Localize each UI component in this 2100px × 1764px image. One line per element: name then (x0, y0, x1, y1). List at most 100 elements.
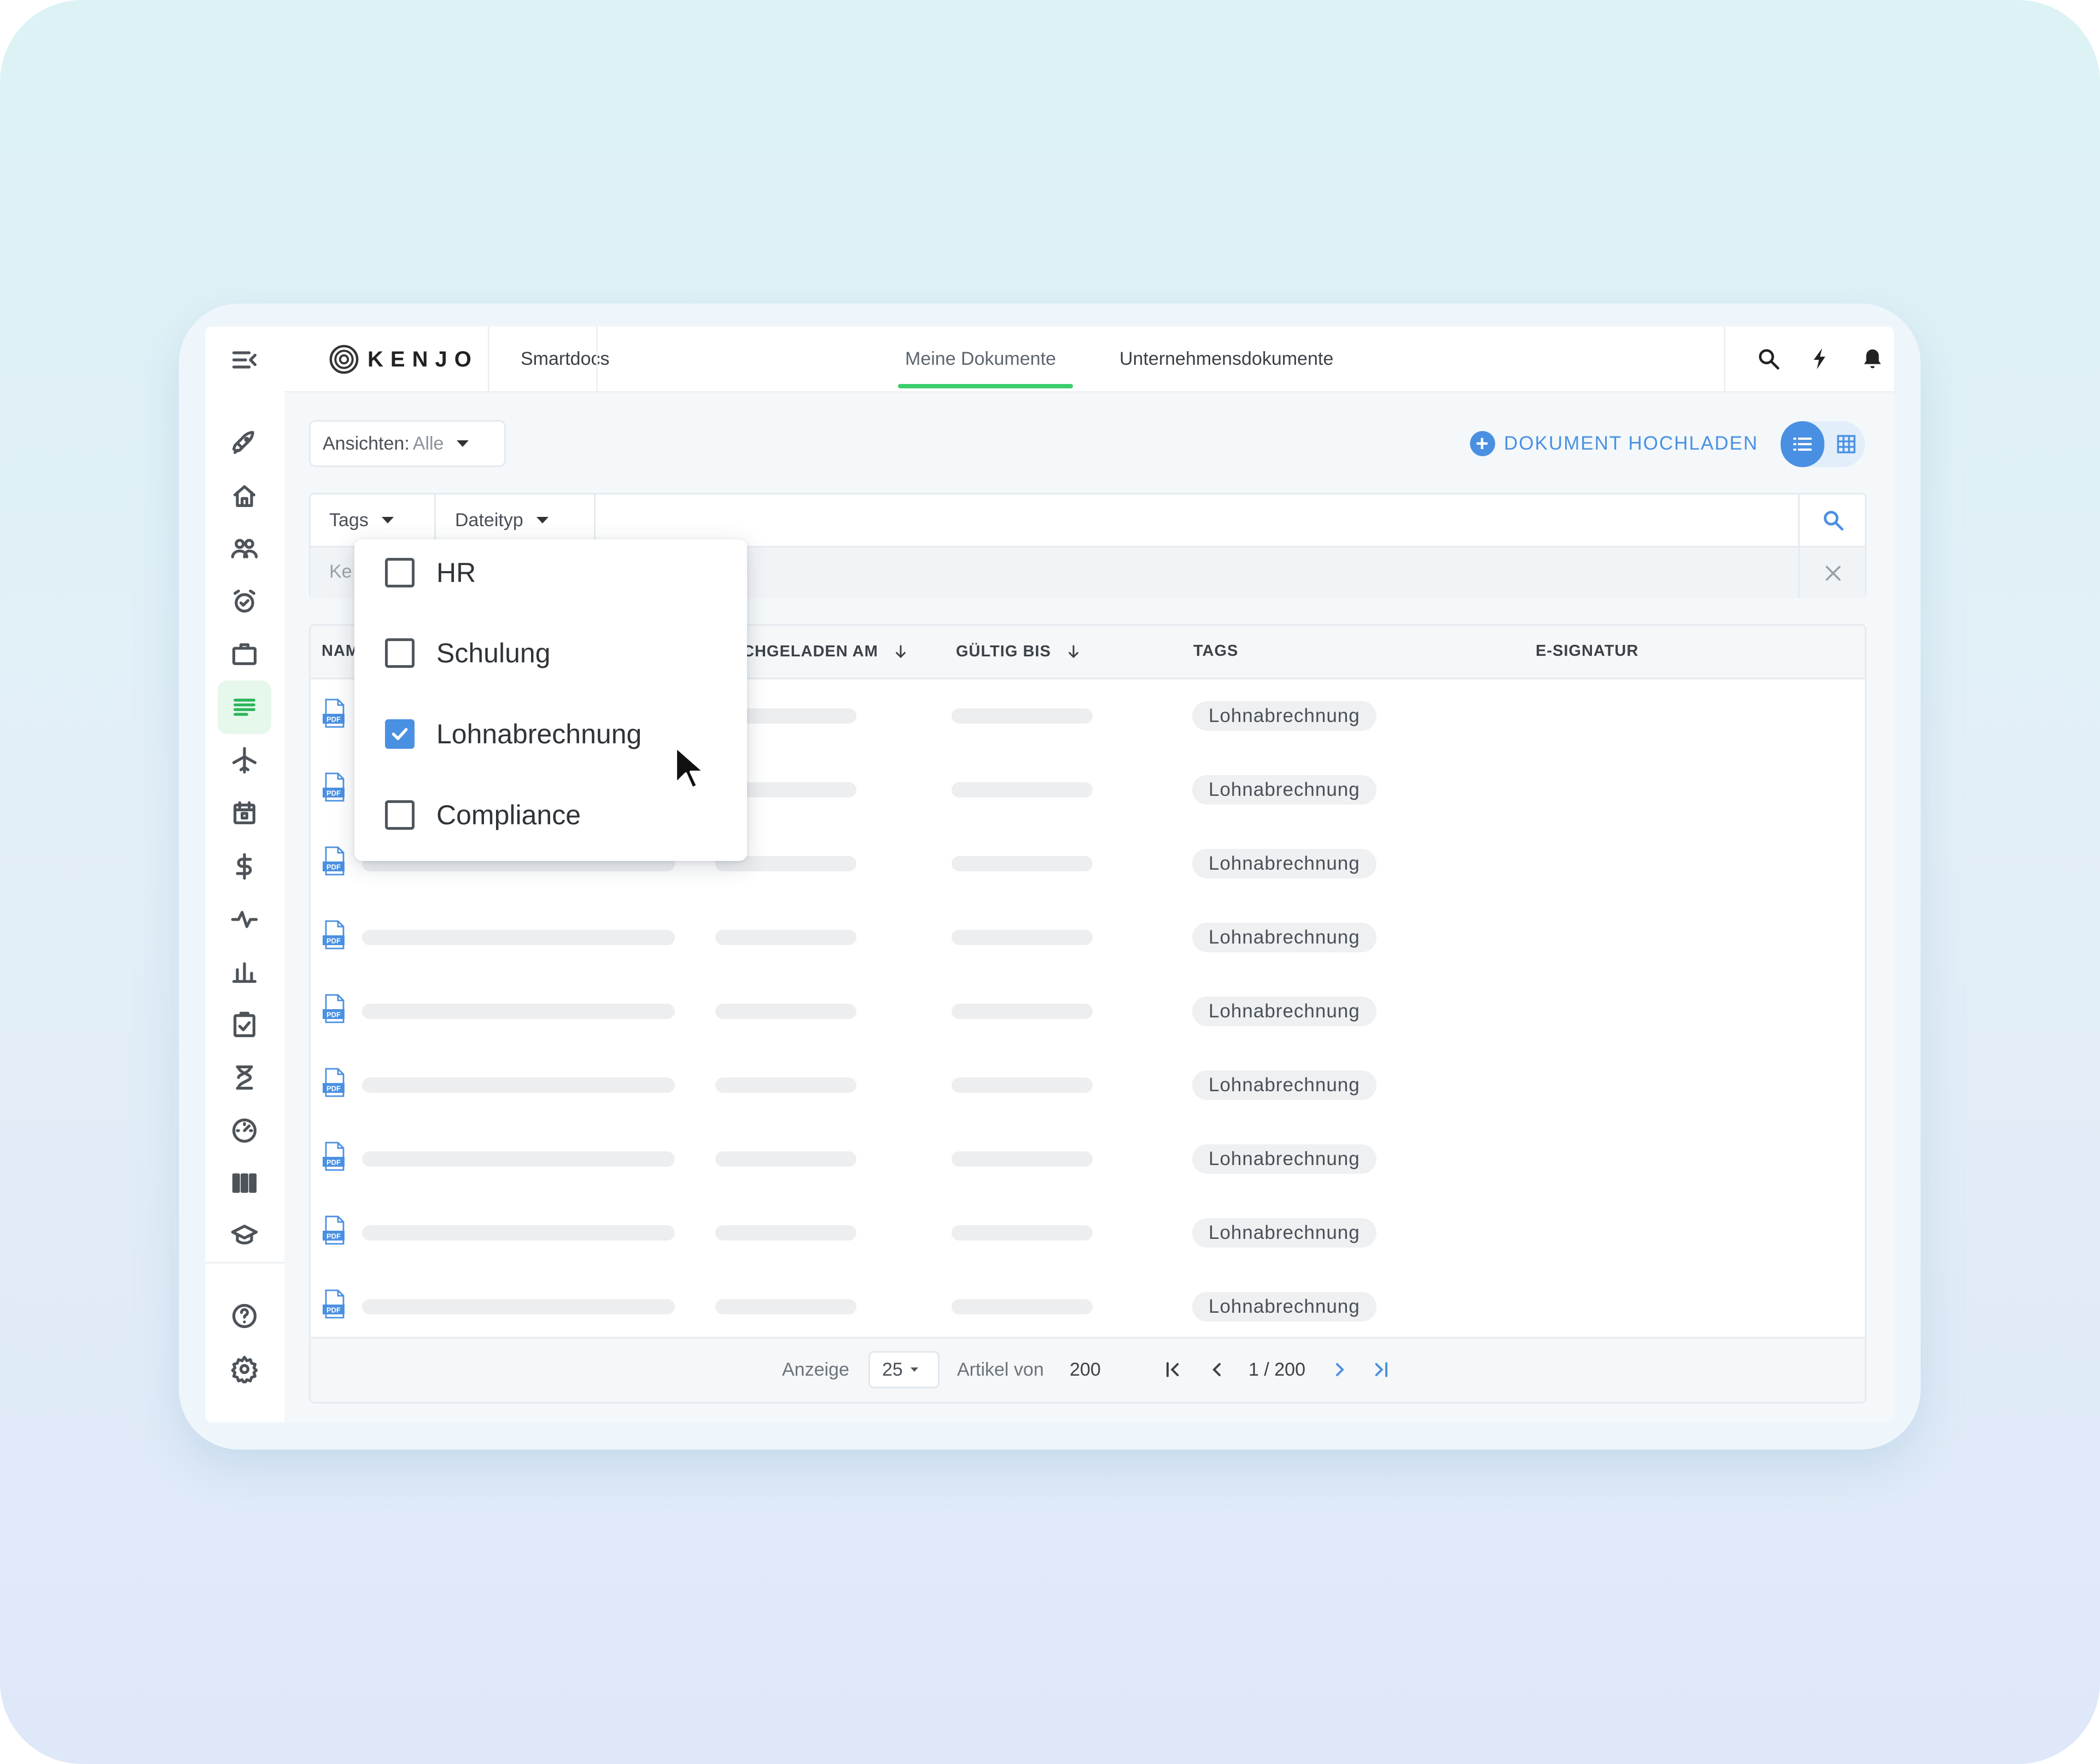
airplane-icon[interactable] (218, 733, 271, 787)
tab-unternehmensdokumente[interactable]: Unternehmensdokumente (1119, 327, 1333, 391)
upload-document-button[interactable]: + DOKUMENT HOCHLADEN (1470, 430, 1758, 457)
tags-filter-button[interactable]: Tags (329, 494, 394, 546)
tag-option-lohnabrechnung[interactable]: Lohnabrechnung (385, 715, 641, 753)
clear-filter-button[interactable] (1798, 548, 1866, 598)
speedometer-icon[interactable] (218, 1104, 271, 1157)
checkbox-icon[interactable] (385, 638, 415, 668)
column-tags: TAGS (1193, 642, 1239, 660)
tab-divider (488, 327, 489, 391)
valid-until-placeholder (952, 1004, 1093, 1019)
briefcase-icon[interactable] (218, 627, 271, 681)
pdf-file-icon: PDF (323, 1215, 345, 1245)
people-icon[interactable] (218, 522, 271, 575)
name-placeholder (362, 1151, 675, 1167)
previous-page-icon[interactable] (1205, 1358, 1229, 1382)
alarm-clock-icon[interactable] (218, 575, 271, 628)
chevron-down-icon (457, 440, 469, 447)
column-valid-until-label: GÜLTIG BIS (956, 642, 1051, 660)
pulse-icon[interactable] (218, 893, 271, 946)
tab-meine-dokumente[interactable]: Meine Dokumente (905, 327, 1056, 391)
column-uploaded[interactable]: CHGELADEN AM (743, 642, 909, 661)
toolbar-divider (1724, 327, 1725, 391)
column-valid-until[interactable]: GÜLTIG BIS (956, 642, 1082, 661)
column-name[interactable]: NAM (322, 642, 359, 660)
keyword-input[interactable]: Ke (329, 561, 352, 583)
tag-option-compliance[interactable]: Compliance (385, 796, 581, 834)
tag-option-schulung[interactable]: Schulung (385, 634, 551, 672)
pdf-file-type: PDF (326, 789, 341, 797)
uploaded-placeholder (715, 1078, 856, 1093)
search-icon (1823, 510, 1844, 531)
bell-icon[interactable] (1857, 343, 1888, 375)
bar-chart-icon[interactable] (218, 945, 271, 999)
tag-badge: Lohnabrechnung (1192, 997, 1376, 1026)
pagination: Anzeige 25 Artikel von 200 1 / 200 (311, 1337, 1865, 1402)
table-row[interactable]: PDF Lohnabrechnung (311, 975, 1865, 1050)
tag-badge: Lohnabrechnung (1192, 1144, 1376, 1174)
table-row[interactable]: PDF Lohnabrechnung (311, 1049, 1865, 1124)
checkbox-icon[interactable] (385, 558, 415, 587)
filter-divider (434, 494, 436, 546)
help-icon[interactable] (218, 1289, 271, 1343)
column-uploaded-label: CHGELADEN AM (743, 642, 878, 660)
calendar-icon[interactable] (218, 787, 271, 840)
table-row[interactable]: PDF Lohnabrechnung (311, 1270, 1865, 1346)
valid-until-placeholder (952, 708, 1093, 724)
filter-divider (594, 494, 596, 546)
pdf-file-type: PDF (326, 863, 341, 871)
tag-option-hr[interactable]: HR (385, 554, 476, 592)
valid-until-placeholder (952, 1299, 1093, 1314)
pdf-file-type: PDF (326, 937, 341, 945)
filetype-filter-button[interactable]: Dateityp (455, 494, 549, 546)
table-row[interactable]: PDF Lohnabrechnung (311, 901, 1865, 976)
name-placeholder (362, 930, 675, 945)
dollar-icon[interactable] (218, 840, 271, 893)
tag-badge: Lohnabrechnung (1192, 1292, 1376, 1321)
filter-search-button[interactable] (1798, 494, 1866, 546)
kenjo-logo[interactable]: KENJO (328, 343, 479, 376)
sort-arrow-icon (1068, 645, 1078, 659)
home-icon[interactable] (218, 469, 271, 523)
tag-badge: Lohnabrechnung (1192, 775, 1376, 805)
next-page-icon[interactable] (1328, 1358, 1352, 1382)
uploaded-placeholder (715, 930, 856, 945)
pdf-file-icon: PDF (323, 772, 345, 802)
table-row[interactable]: PDF Lohnabrechnung (311, 1196, 1865, 1272)
page-indicator: 1 / 200 (1249, 1359, 1305, 1380)
filetype-filter-label: Dateityp (455, 509, 523, 531)
pdf-file-icon: PDF (323, 920, 345, 950)
hourglass-icon[interactable] (218, 1051, 271, 1104)
views-value: Alle (412, 433, 444, 454)
page-size-label: Anzeige (782, 1359, 849, 1380)
checkbox-icon[interactable] (385, 800, 415, 830)
page-size-select[interactable]: 25 (868, 1351, 940, 1388)
name-placeholder (362, 1299, 675, 1314)
uploaded-placeholder (715, 1299, 856, 1314)
views-dropdown[interactable]: Ansichten: Alle (309, 420, 506, 467)
grid-view-button[interactable] (1828, 421, 1865, 467)
menu-collapse-icon[interactable] (218, 333, 271, 387)
tag-badge: Lohnabrechnung (1192, 701, 1376, 731)
columns-icon[interactable] (218, 1156, 271, 1210)
pdf-file-icon: PDF (323, 698, 345, 728)
list-view-button[interactable] (1781, 421, 1824, 467)
app-window: KENJO Smartdocs Meine Dokumente Unterneh… (205, 327, 1894, 1422)
pdf-file-icon: PDF (323, 1068, 345, 1097)
lightning-icon[interactable] (1804, 343, 1836, 375)
settings-icon[interactable] (218, 1342, 271, 1396)
sidebar-divider (205, 1262, 284, 1264)
uploaded-placeholder (715, 1151, 856, 1167)
logo-text: KENJO (368, 347, 479, 371)
rocket-icon[interactable] (218, 416, 271, 470)
first-page-icon[interactable] (1161, 1358, 1185, 1382)
documents-icon[interactable] (218, 680, 271, 734)
uploaded-placeholder (715, 1004, 856, 1019)
last-page-icon[interactable] (1369, 1358, 1393, 1382)
table-row[interactable]: PDF Lohnabrechnung (311, 1122, 1865, 1198)
column-e-signatur: E-SIGNATUR (1536, 642, 1639, 660)
grid-icon (1837, 435, 1856, 453)
graduation-cap-icon[interactable] (218, 1209, 271, 1262)
checkbox-checked-icon[interactable] (385, 719, 415, 749)
search-icon[interactable] (1753, 343, 1784, 375)
checklist-icon[interactable] (218, 998, 271, 1052)
